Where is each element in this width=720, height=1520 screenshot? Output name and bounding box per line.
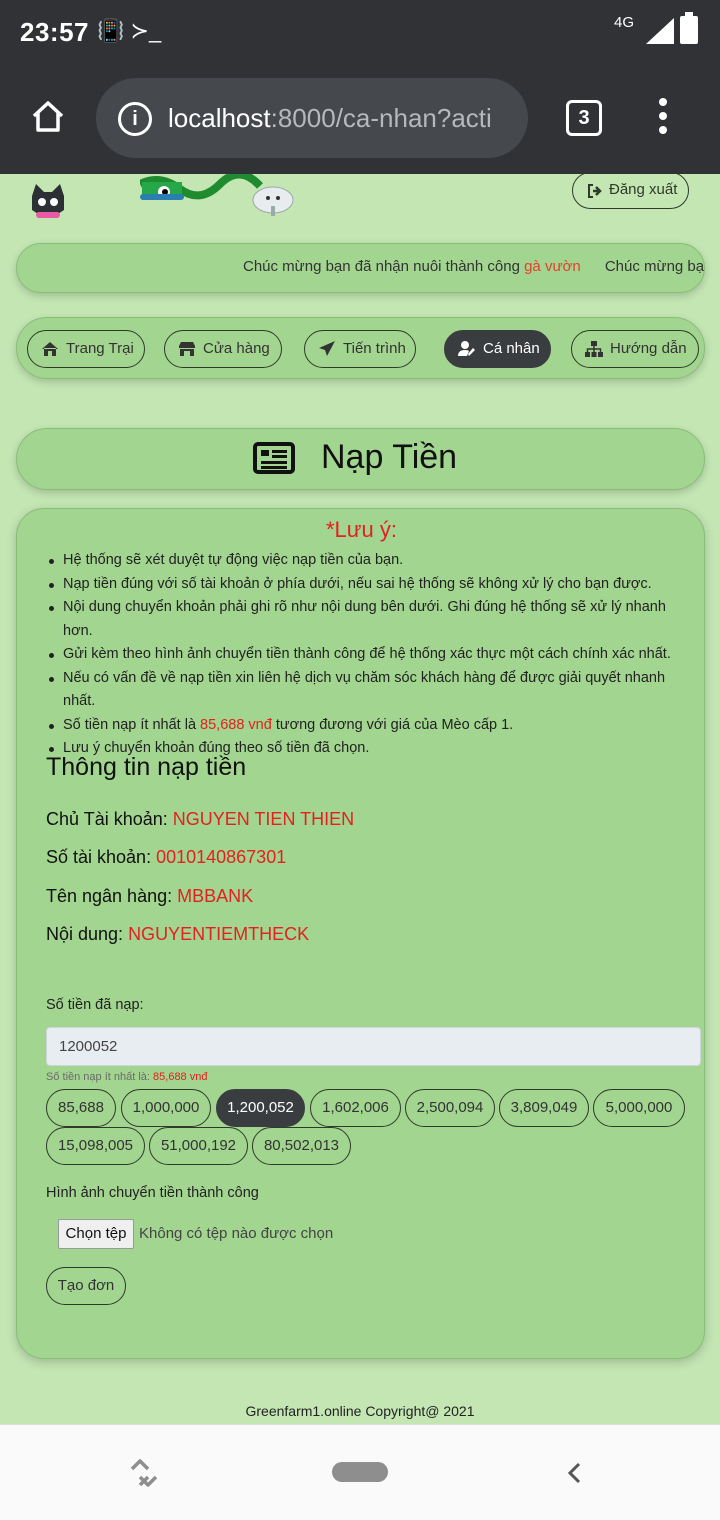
sitemap-icon bbox=[585, 341, 603, 357]
notes-title: *Lưu ý: bbox=[326, 517, 397, 542]
amount-chip[interactable]: 80,502,013 bbox=[252, 1127, 351, 1165]
user-edit-icon bbox=[458, 341, 475, 356]
note-item: Nếu có vấn đề về nạp tiền xin liên hệ dị… bbox=[47, 667, 697, 714]
elephant-icon bbox=[252, 186, 294, 216]
send-icon bbox=[319, 341, 335, 356]
amount-chip[interactable]: 85,688 bbox=[46, 1089, 116, 1127]
url-bar[interactable]: i localhost:8000/ca-nhan?acti bbox=[96, 78, 528, 158]
create-order-button[interactable]: Tạo đơn bbox=[46, 1267, 126, 1305]
back-icon[interactable] bbox=[564, 1459, 586, 1487]
deposit-card: *Lưu ý: Hệ thống sẽ xét duyệt tự động vi… bbox=[16, 508, 705, 1359]
logout-button[interactable]: Đăng xuất bbox=[572, 174, 689, 209]
page-content: Đăng xuất Chúc mừng bạn đã nhận nuôi thà… bbox=[0, 174, 720, 1424]
choose-file-button[interactable]: Chọn tệp bbox=[58, 1219, 134, 1249]
transfer-content: Nội dung: NGUYENTIEMTHECK bbox=[46, 924, 310, 944]
notes-list: Hệ thống sẽ xét duyệt tự động việc nạp t… bbox=[47, 549, 697, 761]
announcement-ticker: Chúc mừng bạn đã nhận nuôi thành công gà… bbox=[16, 243, 705, 293]
deposit-info-heading: Thông tin nạp tiền bbox=[46, 753, 247, 781]
status-bar: 23:57 📳 ≻_ 4G bbox=[0, 0, 720, 64]
page-title-box: Nạp Tiền bbox=[16, 428, 705, 490]
note-item: Hệ thống sẽ xét duyệt tự động việc nạp t… bbox=[47, 549, 697, 573]
image-upload-label: Hình ảnh chuyển tiền thành công bbox=[46, 1185, 259, 1201]
account-owner: Chủ Tài khoản: NGUYEN TIEN THIEN bbox=[46, 809, 355, 829]
nav-item-cua-hang[interactable]: Cửa hàng bbox=[164, 330, 282, 368]
bank-name: Tên ngân hàng: MBBANK bbox=[46, 886, 254, 906]
cat-logo-icon bbox=[32, 184, 64, 218]
amount-label: Số tiền đã nạp: bbox=[46, 997, 144, 1013]
logout-label: Đăng xuất bbox=[609, 181, 678, 198]
notification-icons: 📳 ≻_ bbox=[97, 18, 162, 43]
amount-chip[interactable]: 1,000,000 bbox=[121, 1089, 211, 1127]
amount-chip[interactable]: 15,098,005 bbox=[46, 1127, 145, 1165]
system-nav-bar bbox=[0, 1424, 720, 1520]
status-time: 23:57 bbox=[20, 17, 89, 47]
battery-icon bbox=[680, 12, 698, 44]
file-status: Không có tệp nào được chọn bbox=[139, 1225, 334, 1242]
amount-chip-selected[interactable]: 1,200,052 bbox=[216, 1089, 305, 1127]
home-icon bbox=[42, 342, 58, 356]
signal-icon bbox=[646, 18, 674, 44]
nav-item-ca-nhan[interactable]: Cá nhân bbox=[444, 330, 551, 368]
note-item: Nội dung chuyển khoản phải ghi rõ như nộ… bbox=[47, 596, 697, 643]
rotate-icon[interactable] bbox=[126, 1455, 162, 1491]
home-icon[interactable] bbox=[30, 98, 66, 134]
note-item-min-amount: Số tiền nạp ít nhất là 85,688 vnđ tương … bbox=[47, 714, 697, 738]
note-item: Gửi kèm theo hình ảnh chuyển tiền thành … bbox=[47, 643, 697, 667]
info-icon[interactable]: i bbox=[118, 102, 152, 136]
ticker-text: Chúc mừng bạn đã nhận nuôi thành công gà… bbox=[243, 258, 705, 275]
footer-copyright: Greenfarm1.online Copyright@ 2021 bbox=[245, 1403, 475, 1419]
main-nav: Trang Trại Cửa hàng Tiến trình Cá nhân H… bbox=[16, 317, 705, 379]
account-number: Số tài khoản: 0010140867301 bbox=[46, 847, 287, 867]
more-menu-icon[interactable] bbox=[656, 98, 670, 138]
nav-item-trang-trai[interactable]: Trang Trại bbox=[27, 330, 145, 368]
amount-chip[interactable]: 2,500,094 bbox=[405, 1089, 495, 1127]
ticker-highlight: gà vườn bbox=[524, 258, 581, 275]
network-type: 4G bbox=[614, 14, 635, 31]
browser-toolbar: i localhost:8000/ca-nhan?acti 3 bbox=[0, 64, 720, 174]
amount-chip[interactable]: 5,000,000 bbox=[593, 1089, 685, 1127]
amount-chip[interactable]: 1,602,006 bbox=[310, 1089, 401, 1127]
url-text[interactable]: localhost:8000/ca-nhan?acti bbox=[168, 103, 514, 134]
amount-input[interactable]: 1200052 bbox=[46, 1027, 701, 1066]
page-title: Nạp Tiền bbox=[321, 438, 458, 476]
sign-out-icon bbox=[588, 184, 602, 198]
amount-chip[interactable]: 51,000,192 bbox=[149, 1127, 248, 1165]
nav-item-huong-dan[interactable]: Hướng dẫn bbox=[571, 330, 699, 368]
newspaper-icon bbox=[253, 442, 295, 474]
nav-item-tien-trinh[interactable]: Tiến trình bbox=[304, 330, 416, 368]
home-gesture-pill[interactable] bbox=[332, 1462, 388, 1482]
tab-switcher-button[interactable]: 3 bbox=[566, 100, 602, 136]
note-item: Nạp tiền đúng với số tài khoản ở phía dư… bbox=[47, 573, 697, 597]
amount-chip[interactable]: 3,809,049 bbox=[499, 1089, 589, 1127]
store-icon bbox=[179, 342, 195, 356]
amount-hint: Số tiền nạp ít nhất là: 85,688 vnđ bbox=[46, 1071, 208, 1083]
